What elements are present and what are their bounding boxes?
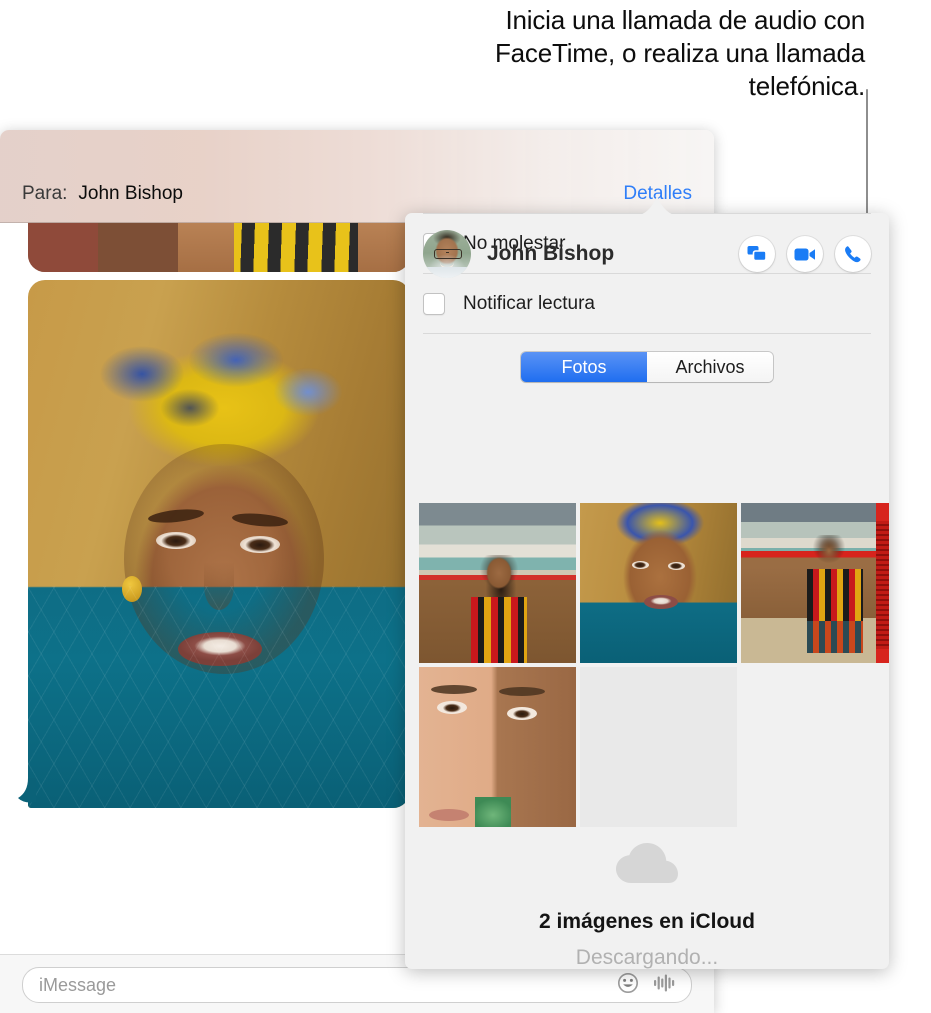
popover-header: John Bishop	[405, 213, 889, 295]
bubble-tail	[18, 778, 36, 808]
photo-detail	[807, 535, 863, 653]
photo-thumbnail-3[interactable]	[741, 503, 889, 663]
photo-detail	[632, 561, 649, 569]
toolbar-row: Para: John Bishop Detalles	[0, 179, 714, 209]
input-icons	[617, 968, 677, 1002]
smiley-icon[interactable]	[617, 972, 639, 999]
photo-detail	[475, 797, 511, 827]
message-bubble-previous[interactable]	[28, 222, 410, 272]
details-popover: John Bishop No molestar Notificar lectur…	[405, 213, 889, 969]
divider	[423, 333, 871, 334]
popover-actions	[739, 236, 871, 272]
recipient-name[interactable]: John Bishop	[78, 183, 183, 205]
avatar	[423, 230, 471, 278]
phone-handset-icon	[844, 245, 861, 262]
photo-detail	[358, 222, 410, 272]
screen-share-button[interactable]	[739, 236, 775, 272]
photo-detail	[668, 562, 685, 570]
photo-detail	[471, 555, 527, 663]
photo-detail	[86, 322, 356, 442]
photo-thumbnail-1[interactable]	[419, 503, 576, 663]
segmented-control: Fotos Archivos	[521, 352, 773, 382]
contact-name: John Bishop	[487, 242, 615, 265]
photo-placeholder	[580, 667, 737, 827]
imessage-input[interactable]: iMessage	[22, 967, 692, 1003]
photo-attachment-large	[28, 280, 410, 808]
screen-share-icon	[747, 246, 767, 262]
attachments-tabs: Fotos Archivos	[405, 352, 889, 382]
photo-detail	[499, 687, 545, 696]
photo-detail	[240, 536, 280, 553]
photo-thumbnail-4[interactable]	[419, 667, 576, 827]
photo-detail	[507, 707, 537, 720]
photo-detail	[156, 532, 196, 549]
shirt-detail	[423, 267, 471, 278]
photo-detail	[431, 685, 477, 694]
photo-detail	[28, 586, 410, 808]
facetime-video-button[interactable]	[787, 236, 823, 272]
photo-detail	[437, 701, 467, 714]
icloud-count-label: 2 imágenes en iCloud	[539, 910, 755, 933]
photo-detail	[429, 809, 469, 821]
icloud-status-footer: 2 imágenes en iCloud Descargando...	[405, 829, 889, 969]
glasses-detail	[434, 249, 462, 259]
audio-waveform-icon[interactable]	[653, 972, 677, 999]
popover-arrow	[635, 196, 679, 216]
read-receipts-checkbox[interactable]	[423, 292, 445, 315]
imessage-placeholder: iMessage	[39, 974, 117, 995]
message-bubble-photo[interactable]	[28, 280, 410, 808]
photo-detail	[876, 521, 889, 649]
photo-detail	[644, 595, 678, 609]
icloud-icon	[616, 843, 678, 890]
photo-detail	[178, 222, 234, 272]
conversation-toolbar: Para: John Bishop Detalles	[0, 130, 714, 223]
read-receipts-label: Notificar lectura	[463, 292, 595, 314]
callout-text: Inicia una llamada de audio con FaceTime…	[494, 5, 865, 101]
audio-call-button[interactable]	[835, 236, 871, 272]
to-label: Para:	[22, 183, 68, 204]
icloud-status-label: Descargando...	[575, 946, 719, 969]
photo-thumbnail-2[interactable]	[580, 503, 737, 663]
video-camera-icon	[794, 248, 815, 260]
tab-archivos[interactable]: Archivos	[647, 352, 773, 382]
tab-fotos[interactable]: Fotos	[521, 352, 647, 382]
photo-grid	[419, 503, 889, 827]
